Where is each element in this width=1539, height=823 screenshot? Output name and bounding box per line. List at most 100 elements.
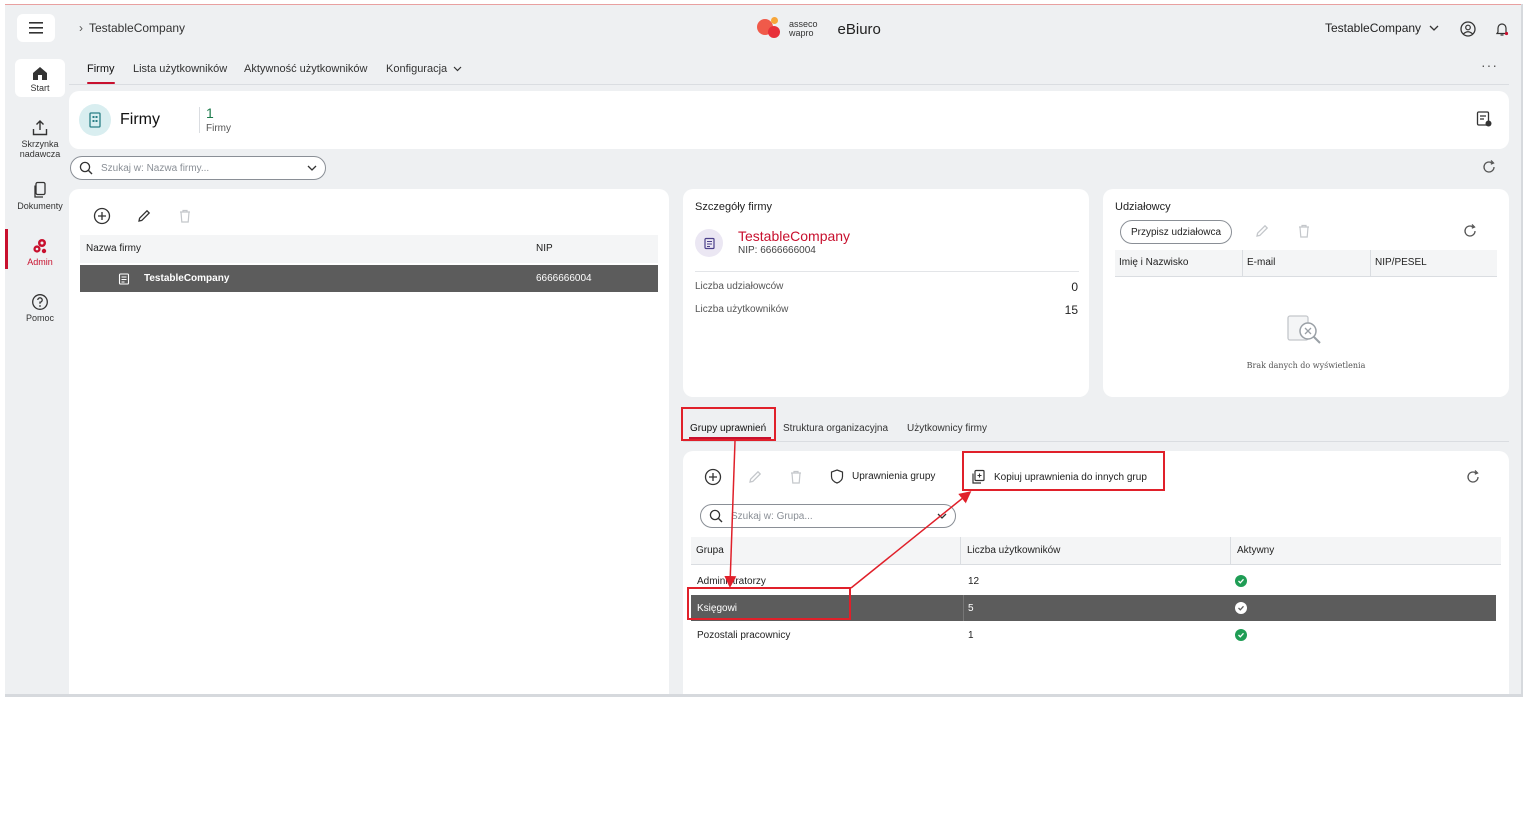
company-avatar: [695, 229, 723, 257]
delete-shareholder-button[interactable]: [1293, 220, 1315, 242]
breadcrumb: › TestableCompany: [79, 21, 185, 35]
upload-icon: [32, 120, 48, 136]
main-nav: Firmy Lista użytkowników Aktywność użytk…: [69, 53, 1509, 85]
sidebar-item-outbox[interactable]: Skrzynka nadawcza: [15, 119, 65, 159]
account-button[interactable]: [1457, 18, 1479, 40]
pencil-icon: [749, 470, 762, 483]
column-header-name[interactable]: Nazwa firmy: [86, 243, 141, 254]
hamburger-icon: [29, 22, 43, 34]
add-group-button[interactable]: [702, 466, 724, 488]
company-details-panel: Szczegóły firmy TestableCompany NIP: 666…: [683, 189, 1089, 397]
sidebar-item-label: Skrzynka nadawcza: [19, 139, 61, 159]
refresh-companies-button[interactable]: [1478, 156, 1500, 178]
table-row[interactable]: Pozostali pracownicy 1: [691, 622, 1496, 648]
add-company-button[interactable]: [91, 205, 113, 227]
sidebar-item-label: Start: [30, 83, 50, 93]
sidebar-item-start[interactable]: Start: [15, 59, 65, 97]
top-bar: › TestableCompany asseco wapro eBiuro Test…: [5, 5, 1521, 53]
companies-count: 1: [206, 105, 214, 121]
report-button[interactable]: [1473, 108, 1495, 130]
refresh-groups-button[interactable]: [1462, 466, 1484, 488]
building-icon: [79, 104, 111, 136]
table-row[interactable]: TestableCompany 6666666004: [80, 265, 658, 292]
details-title: Szczegóły firmy: [695, 201, 773, 213]
chevron-right-icon: ›: [79, 21, 83, 35]
column-header-full-name[interactable]: Imię i Nazwisko: [1119, 257, 1188, 268]
sidebar-item-admin[interactable]: Admin: [15, 237, 65, 267]
notifications-button[interactable]: [1491, 18, 1513, 40]
refresh-icon: [1483, 160, 1495, 173]
sidebar-item-help[interactable]: Pomoc: [15, 293, 65, 323]
column-header-user-count[interactable]: Liczba użytkowników: [967, 545, 1060, 556]
edit-group-button[interactable]: [744, 466, 766, 488]
group-search-input[interactable]: [731, 510, 937, 522]
edit-company-button[interactable]: [133, 205, 155, 227]
document-settings-icon: [1476, 111, 1492, 127]
company-search-input[interactable]: [101, 162, 307, 174]
trash-icon: [791, 470, 801, 484]
company-selector[interactable]: TestableCompany: [1325, 21, 1439, 35]
group-permissions-button[interactable]: Uprawnienia grupy: [830, 469, 935, 484]
column-header-nip[interactable]: NIP: [536, 243, 553, 254]
active-indicator: [5, 229, 8, 269]
pencil-icon: [1256, 224, 1269, 237]
companies-table-header: [80, 235, 658, 263]
company-name-cell: TestableCompany: [144, 273, 230, 284]
menu-button[interactable]: [17, 14, 55, 42]
delete-group-button[interactable]: [785, 466, 807, 488]
page-title: Firmy: [120, 111, 160, 128]
no-data-text: Brak danych do wyświetlenia: [1246, 361, 1366, 370]
tab-configuration[interactable]: Konfiguracja: [386, 63, 462, 75]
chevron-down-icon: [453, 66, 462, 72]
divider: [1370, 250, 1371, 277]
edit-shareholder-button[interactable]: [1251, 220, 1273, 242]
refresh-icon: [1464, 224, 1476, 237]
column-header-group[interactable]: Grupa: [696, 545, 724, 556]
sidebar-item-documents[interactable]: Dokumenty: [15, 181, 65, 211]
trash-icon: [1299, 224, 1309, 238]
group-users-cell: 12: [968, 575, 980, 587]
trash-icon: [180, 209, 190, 223]
chevron-down-icon[interactable]: [307, 165, 317, 171]
breadcrumb-company[interactable]: TestableCompany: [89, 21, 185, 35]
tab-user-activity[interactable]: Aktywność użytkowników: [244, 63, 368, 75]
sidebar-item-label: Dokumenty: [17, 201, 63, 211]
asseco-logo-icon: [757, 17, 785, 41]
tab-org-structure[interactable]: Struktura organizacyjna: [783, 423, 888, 434]
no-data-icon: [1286, 312, 1326, 353]
window-shadow: [5, 694, 1523, 697]
check-circle-icon: [1235, 602, 1247, 614]
search-icon: [79, 161, 93, 175]
company-icon: [703, 237, 715, 249]
stat-label-shareholders: Liczba udziałowców: [695, 281, 784, 292]
companies-panel: Nazwa firmy NIP TestableCompany 66666660…: [69, 189, 669, 695]
chevron-down-icon[interactable]: [937, 513, 947, 519]
group-search[interactable]: [700, 504, 956, 528]
window-shadow: [1521, 4, 1523, 697]
refresh-shareholders-button[interactable]: [1459, 220, 1481, 242]
app-name: eBiuro: [837, 20, 881, 38]
column-header-email[interactable]: E-mail: [1247, 257, 1275, 268]
companies-count-label: Firmy: [206, 123, 231, 134]
check-circle-icon: [1235, 575, 1247, 587]
groups-table-header: [691, 537, 1501, 565]
tab-company-users[interactable]: Użytkownicy firmy: [907, 423, 987, 434]
assign-shareholder-button[interactable]: Przypisz udziałowca: [1120, 220, 1233, 244]
company-search[interactable]: [70, 156, 326, 180]
page-header: Firmy 1 Firmy: [69, 91, 1509, 149]
app-window: › TestableCompany asseco wapro eBiuro Test…: [5, 4, 1521, 695]
tab-user-list[interactable]: Lista użytkowników: [133, 63, 227, 75]
pencil-icon: [138, 209, 151, 222]
column-header-active[interactable]: Aktywny: [1237, 545, 1274, 556]
delete-company-button[interactable]: [174, 205, 196, 227]
search-icon: [709, 509, 723, 523]
more-options-icon[interactable]: ···: [1481, 57, 1498, 73]
tab-firmy[interactable]: Firmy: [87, 63, 115, 84]
brand: asseco wapro eBiuro: [757, 17, 881, 41]
check-circle-icon: [1235, 629, 1247, 641]
group-users-cell: 5: [968, 602, 974, 614]
group-name-cell: Pozostali pracownicy: [697, 629, 791, 641]
stat-label-users: Liczba użytkowników: [695, 304, 789, 315]
column-header-nip-pesel[interactable]: NIP/PESEL: [1375, 257, 1427, 268]
divider: [695, 271, 1079, 272]
